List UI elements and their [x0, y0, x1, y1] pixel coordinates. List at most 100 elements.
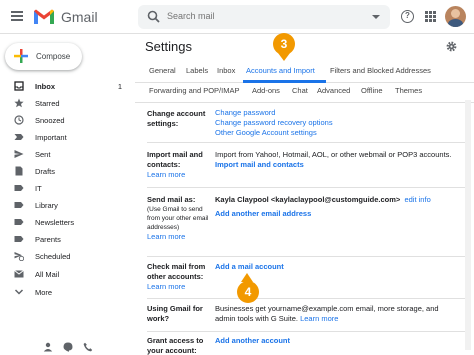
change-password-link[interactable]: Change password	[215, 108, 333, 118]
check-mail-learn-more-link[interactable]: Learn more	[147, 282, 213, 292]
work-label: Using Gmail for work?	[147, 304, 203, 323]
compose-label: Compose	[36, 52, 71, 61]
send-as-value: Kayla Claypool <kaylaclaypool@customguid…	[215, 195, 431, 219]
grant-access-row: Grant access to your account: Add anothe…	[147, 333, 465, 355]
sidebar-item-label: Sent	[35, 150, 51, 159]
work-value: Businesses get yourname@example.com emai…	[215, 304, 439, 324]
sidebar-item-label: Inbox	[35, 82, 55, 91]
chat-icon[interactable]	[63, 342, 73, 352]
compose-button[interactable]: Compose	[5, 43, 82, 70]
tab-themes[interactable]: Themes	[395, 86, 422, 95]
tab-offline[interactable]: Offline	[361, 86, 383, 95]
sidebar-item-more[interactable]: More	[0, 284, 134, 300]
avatar[interactable]	[445, 6, 466, 27]
import-label-group: Import mail and contacts: Learn more	[147, 150, 211, 180]
sidebar-item-label: IT	[35, 184, 42, 193]
sidebar-item-drafts[interactable]: Drafts	[0, 163, 134, 179]
compose-plus-icon	[14, 49, 28, 63]
main-menu-icon[interactable]	[11, 11, 23, 21]
import-mail-and-contacts-link[interactable]: Import mail and contacts	[215, 160, 455, 170]
send-icon	[14, 150, 24, 158]
contacts-icon[interactable]	[43, 342, 53, 352]
label-icon	[14, 185, 24, 191]
send-mail-as-row: Send mail as: (Use Gmail to send from yo…	[147, 189, 465, 257]
search-options-icon[interactable]	[372, 15, 380, 19]
other-google-account-settings-link[interactable]: Other Google Account settings	[215, 128, 333, 138]
scheduled-icon	[14, 252, 24, 261]
tab-advanced[interactable]: Advanced	[317, 86, 350, 95]
tab-forwarding-and-pop-imap[interactable]: Forwarding and POP/IMAP	[149, 86, 239, 95]
sidebar-item-snoozed[interactable]: Snoozed	[0, 112, 134, 128]
send-as-label-group: Send mail as: (Use Gmail to send from yo…	[147, 195, 215, 242]
tab-chat[interactable]: Chat	[292, 86, 308, 95]
change-recovery-options-link[interactable]: Change password recovery options	[215, 118, 333, 128]
sidebar-item-label: More	[35, 288, 53, 297]
sidebar-item-label: Important	[35, 133, 67, 142]
add-another-account-link[interactable]: Add another account	[215, 336, 290, 346]
clock-icon	[14, 115, 24, 125]
tab-accounts-and-import[interactable]: Accounts and Import	[246, 66, 315, 75]
send-as-learn-more-link[interactable]: Learn more	[147, 232, 215, 242]
sidebar-item-sent[interactable]: Sent	[0, 146, 134, 162]
gmail-logo-icon[interactable]	[33, 8, 55, 25]
tab-labels[interactable]: Labels	[186, 66, 208, 75]
star-icon	[14, 98, 24, 108]
sidebar-item-starred[interactable]: Starred	[0, 95, 134, 111]
tab-filters-and-blocked-addresses[interactable]: Filters and Blocked Addresses	[330, 66, 431, 75]
change-account-row: Change account settings: Change password…	[147, 104, 465, 143]
tab-inbox[interactable]: Inbox	[217, 66, 235, 75]
sidebar-item-library[interactable]: Library	[0, 197, 134, 213]
sidebar-item-it[interactable]: IT	[0, 180, 134, 196]
sidebar-item-scheduled[interactable]: Scheduled	[0, 248, 134, 264]
check-mail-value: Add a mail account	[215, 262, 284, 272]
check-mail-label-group: Check mail from other accounts: Learn mo…	[147, 262, 213, 292]
search-input[interactable]: Search mail	[167, 11, 215, 21]
sidebar-item-important[interactable]: Important	[0, 129, 134, 145]
settings-scrollbar[interactable]	[465, 100, 471, 350]
work-learn-more-link[interactable]: Learn more	[300, 314, 338, 323]
callout-4-badge: 4	[237, 281, 259, 303]
label-icon	[14, 236, 24, 242]
import-learn-more-link[interactable]: Learn more	[147, 170, 211, 180]
callout-3-badge: 3	[273, 33, 295, 55]
help-icon[interactable]: ?	[401, 10, 414, 23]
apps-grid-icon[interactable]	[425, 11, 436, 22]
add-a-mail-account-link[interactable]: Add a mail account	[215, 262, 284, 272]
sidebar-item-all-mail[interactable]: All Mail	[0, 266, 134, 282]
change-account-label: Change account settings:	[147, 109, 206, 128]
all-mail-icon	[14, 270, 24, 278]
search-bar[interactable]: Search mail	[138, 5, 390, 29]
send-as-account: Kayla Claypool <kaylaclaypool@customguid…	[215, 195, 401, 204]
callout-4-pointer	[241, 273, 253, 282]
sidebar-item-inbox[interactable]: Inbox 1	[0, 78, 134, 94]
sidebar-item-newsletters[interactable]: Newsletters	[0, 214, 134, 230]
settings-tabs-row-1: General Labels Inbox Accounts and Import…	[135, 63, 474, 83]
sidebar-item-parents[interactable]: Parents	[0, 231, 134, 247]
label-icon	[14, 219, 24, 225]
add-another-email-address-link[interactable]: Add another email address	[215, 209, 431, 219]
grant-access-value: Add another account	[215, 336, 290, 346]
gmail-for-work-row: Using Gmail for work? Businesses get you…	[147, 300, 465, 332]
import-label: Import mail and contacts:	[147, 150, 203, 169]
sidebar: Compose Inbox 1 Starred Snoozed Importan…	[0, 35, 134, 355]
sidebar-item-label: Scheduled	[35, 252, 71, 261]
page-title: Settings	[145, 39, 192, 54]
send-as-description: (Use Gmail to send from your other email…	[147, 206, 209, 231]
import-description: Import from Yahoo!, Hotmail, AOL, or oth…	[215, 150, 452, 159]
app-logo-text: Gmail	[61, 9, 98, 25]
check-mail-row: Check mail from other accounts: Learn mo…	[147, 258, 465, 299]
change-account-links: Change password Change password recovery…	[215, 108, 333, 138]
tab-add-ons[interactable]: Add-ons	[252, 86, 280, 95]
work-description-line-2: admin tools with G Suite.	[215, 314, 298, 323]
important-icon	[14, 134, 24, 140]
search-icon[interactable]	[147, 10, 160, 23]
top-bar: Gmail Search mail ?	[0, 0, 474, 34]
phone-icon[interactable]	[83, 342, 93, 352]
tab-general[interactable]: General	[149, 66, 176, 75]
draft-icon	[15, 166, 23, 176]
sidebar-item-label: Snoozed	[35, 116, 65, 125]
import-value: Import from Yahoo!, Hotmail, AOL, or oth…	[215, 150, 455, 170]
edit-info-link[interactable]: edit info	[404, 195, 430, 204]
gear-icon[interactable]	[446, 41, 457, 52]
sidebar-item-label: Starred	[35, 99, 60, 108]
